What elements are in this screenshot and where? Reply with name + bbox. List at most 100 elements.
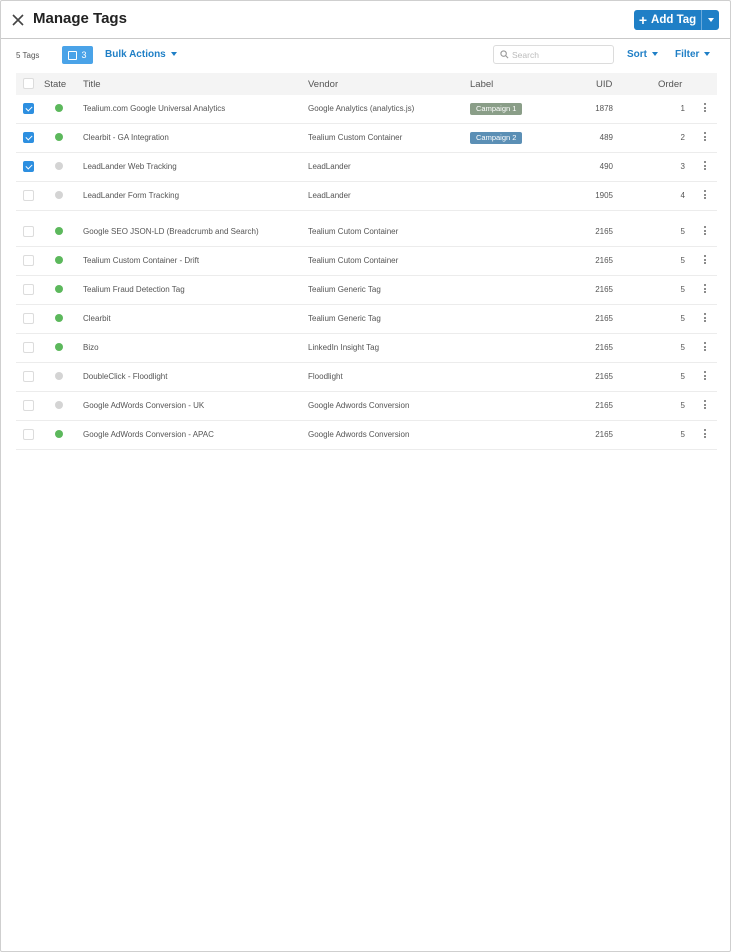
- kebab-icon[interactable]: [704, 284, 707, 295]
- filter-dropdown[interactable]: Filter: [675, 49, 711, 60]
- row-checkbox[interactable]: [23, 284, 34, 295]
- tag-vendor: Tealium Generic Tag: [308, 314, 381, 323]
- tag-count: 5 Tags: [16, 51, 40, 60]
- kebab-icon[interactable]: [704, 132, 707, 143]
- table-row[interactable]: Google SEO JSON-LD (Breadcrumb and Searc…: [16, 218, 717, 247]
- table-row[interactable]: Tealium Custom Container - Drift Tealium …: [16, 247, 717, 276]
- table-row[interactable]: Clearbit Tealium Generic Tag 2165 5: [16, 305, 717, 334]
- table-row[interactable]: LeadLander Form Tracking LeadLander 1905 4: [16, 182, 717, 211]
- tag-order: 5: [680, 314, 685, 323]
- row-checkbox[interactable]: [23, 313, 34, 324]
- tags-table: State Title Vendor Label UID Order Teali…: [16, 73, 717, 450]
- kebab-icon[interactable]: [704, 429, 707, 440]
- chevron-down-icon: [704, 52, 711, 57]
- tag-title[interactable]: Tealium.com Google Universal Analytics: [83, 104, 225, 113]
- row-checkbox[interactable]: [23, 342, 34, 353]
- tag-title[interactable]: Tealium Fraud Detection Tag: [83, 285, 185, 294]
- tag-vendor: Tealium Generic Tag: [308, 285, 381, 294]
- table-row[interactable]: DoubleClick - Floodlight Floodlight 2165 5: [16, 363, 717, 392]
- tag-uid: 2165: [595, 343, 613, 352]
- tag-title[interactable]: Google SEO JSON-LD (Breadcrumb and Searc…: [83, 227, 259, 236]
- row-checkbox[interactable]: [23, 255, 34, 266]
- tag-title[interactable]: LeadLander Form Tracking: [83, 191, 179, 200]
- add-tag-button[interactable]: + Add Tag: [634, 10, 701, 30]
- table-row[interactable]: LeadLander Web Tracking LeadLander 490 3: [16, 153, 717, 182]
- chevron-down-icon: [170, 52, 177, 57]
- column-header-order[interactable]: Order: [658, 79, 682, 90]
- row-checkbox[interactable]: [23, 190, 34, 201]
- sort-dropdown[interactable]: Sort: [627, 49, 658, 60]
- row-checkbox[interactable]: [23, 226, 34, 237]
- label-badge: Campaign 2: [470, 132, 523, 144]
- bulk-actions-label: Bulk Actions: [105, 49, 166, 60]
- tag-order: 2: [680, 133, 685, 142]
- close-icon[interactable]: [10, 12, 26, 28]
- row-checkbox[interactable]: [23, 132, 34, 143]
- selected-count-badge[interactable]: 3: [62, 46, 93, 64]
- column-header-label[interactable]: Label: [470, 79, 493, 90]
- tag-order: 3: [680, 162, 685, 171]
- column-header-vendor[interactable]: Vendor: [308, 79, 338, 90]
- table-row[interactable]: Tealium.com Google Universal Analytics Go…: [16, 95, 717, 124]
- add-tag-label: Add Tag: [651, 14, 697, 26]
- tag-order: 5: [680, 372, 685, 381]
- chevron-down-icon: [652, 52, 658, 57]
- column-header-state[interactable]: State: [44, 79, 66, 90]
- plus-icon: +: [638, 12, 648, 28]
- add-tag-button-group: + Add Tag: [634, 10, 719, 30]
- page-title: Manage Tags: [33, 10, 127, 27]
- tag-order: 1: [680, 104, 685, 113]
- table-row[interactable]: Google AdWords Conversion - APAC Google A…: [16, 421, 717, 450]
- tag-title[interactable]: Clearbit: [83, 314, 111, 323]
- tag-title[interactable]: DoubleClick - Floodlight: [83, 372, 167, 381]
- toolbar: 5 Tags 3 Bulk Actions Sort Filter: [1, 39, 730, 71]
- kebab-icon[interactable]: [704, 400, 707, 411]
- tag-title[interactable]: Google AdWords Conversion - APAC: [83, 430, 214, 439]
- tag-vendor: Tealium Custom Container: [308, 133, 403, 142]
- tag-uid: 2165: [595, 256, 613, 265]
- search-input[interactable]: [512, 49, 607, 60]
- state-indicator: [55, 191, 63, 199]
- table-row[interactable]: Google AdWords Conversion - UK Google Adw…: [16, 392, 717, 421]
- tag-uid: 490: [599, 162, 613, 171]
- search-box: [493, 45, 614, 64]
- tag-order: 5: [680, 430, 685, 439]
- tag-uid: 2165: [595, 285, 613, 294]
- row-checkbox[interactable]: [23, 103, 34, 114]
- kebab-icon[interactable]: [704, 103, 707, 114]
- column-header-uid[interactable]: UID: [596, 79, 612, 90]
- select-all-checkbox[interactable]: [23, 78, 34, 89]
- kebab-icon[interactable]: [704, 371, 707, 382]
- table-row[interactable]: Tealium Fraud Detection Tag Tealium Gener…: [16, 276, 717, 305]
- sort-label: Sort: [627, 49, 647, 60]
- add-tag-dropdown-toggle[interactable]: [701, 10, 719, 30]
- state-indicator: [55, 401, 63, 409]
- label-badge: Campaign 1: [470, 103, 523, 115]
- kebab-icon[interactable]: [704, 313, 707, 324]
- row-checkbox[interactable]: [23, 161, 34, 172]
- tag-vendor: LeadLander: [308, 162, 351, 171]
- tag-vendor: Floodlight: [308, 372, 343, 381]
- state-indicator: [55, 314, 63, 322]
- tag-title[interactable]: Google AdWords Conversion - UK: [83, 401, 204, 410]
- manage-tags-panel: Manage Tags + Add Tag 5 Tags 3 Bulk Acti…: [0, 0, 731, 952]
- row-checkbox[interactable]: [23, 400, 34, 411]
- bulk-actions-dropdown[interactable]: Bulk Actions: [105, 49, 177, 60]
- kebab-icon[interactable]: [704, 226, 707, 237]
- tag-title[interactable]: Bizo: [83, 343, 99, 352]
- search-icon: [500, 50, 509, 59]
- kebab-icon[interactable]: [704, 190, 707, 201]
- column-header-title[interactable]: Title: [83, 79, 101, 90]
- tag-title[interactable]: Tealium Custom Container - Drift: [83, 256, 199, 265]
- tag-uid: 2165: [595, 227, 613, 236]
- tag-title[interactable]: Clearbit - GA Integration: [83, 133, 169, 142]
- table-row[interactable]: Clearbit - GA Integration Tealium Custom …: [16, 124, 717, 153]
- row-checkbox[interactable]: [23, 429, 34, 440]
- table-row[interactable]: Bizo LinkedIn Insight Tag 2165 5: [16, 334, 717, 363]
- kebab-icon[interactable]: [704, 255, 707, 266]
- state-indicator: [55, 104, 63, 112]
- tag-title[interactable]: LeadLander Web Tracking: [83, 162, 177, 171]
- row-checkbox[interactable]: [23, 371, 34, 382]
- kebab-icon[interactable]: [704, 161, 707, 172]
- kebab-icon[interactable]: [704, 342, 707, 353]
